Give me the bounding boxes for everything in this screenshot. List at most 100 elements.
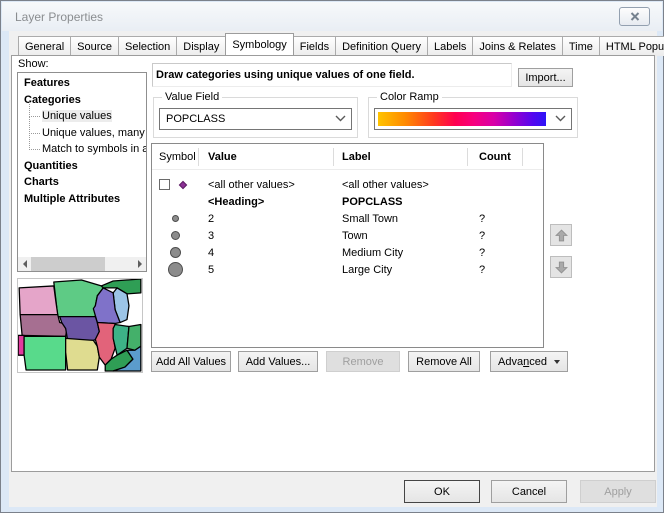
chevron-down-icon bbox=[555, 115, 566, 122]
table-row[interactable]: <all other values><all other values> bbox=[152, 176, 543, 193]
up-arrow-icon bbox=[555, 229, 568, 242]
tab-definition-query[interactable]: Definition Query bbox=[335, 36, 428, 56]
color-ramp-dropdown[interactable] bbox=[374, 108, 572, 130]
tree-item-label: Match to symbols in a bbox=[42, 143, 147, 155]
table-body: <all other values><all other values><Hea… bbox=[152, 170, 543, 278]
tab-source[interactable]: Source bbox=[70, 36, 119, 56]
table-row[interactable]: <Heading>POPCLASS bbox=[152, 193, 543, 210]
diamond-symbol-icon bbox=[179, 180, 187, 188]
column-header-count: Count bbox=[468, 148, 523, 166]
table-row[interactable]: 5Large City? bbox=[152, 261, 543, 278]
remove-all-button[interactable]: Remove All bbox=[408, 351, 480, 372]
count-cell: ? bbox=[468, 264, 523, 276]
count-cell: ? bbox=[468, 247, 523, 259]
symbol-table: Symbol Value Label Count <all other valu… bbox=[151, 143, 544, 348]
close-button[interactable] bbox=[619, 7, 650, 26]
value-cell: <all other values> bbox=[199, 179, 334, 191]
map-region-10 bbox=[66, 338, 100, 370]
table-row[interactable]: 2Small Town? bbox=[152, 210, 543, 227]
symbology-preview-map bbox=[17, 278, 143, 373]
advanced-button[interactable]: Advanced bbox=[490, 351, 568, 372]
count-cell: ? bbox=[468, 213, 523, 225]
method-description: Draw categories using unique values of o… bbox=[152, 63, 512, 87]
table-row[interactable]: 3Town? bbox=[152, 227, 543, 244]
tab-symbology[interactable]: Symbology bbox=[225, 33, 293, 56]
map-region-9 bbox=[24, 336, 66, 370]
table-header: Symbol Value Label Count bbox=[152, 144, 543, 170]
color-ramp-group: Color Ramp bbox=[368, 97, 578, 138]
show-tree: FeaturesCategoriesUnique valuesUnique va… bbox=[17, 72, 147, 272]
value-cell: 5 bbox=[199, 264, 334, 276]
label-cell: Large City bbox=[334, 264, 468, 276]
all-other-values-checkbox[interactable] bbox=[159, 179, 170, 190]
tree-item-charts[interactable]: Charts bbox=[18, 174, 146, 191]
scroll-thumb[interactable] bbox=[31, 257, 105, 271]
tab-labels[interactable]: Labels bbox=[427, 36, 473, 56]
value-field-group: Value Field POPCLASS bbox=[153, 97, 358, 138]
move-up-button[interactable] bbox=[550, 224, 572, 246]
tab-time[interactable]: Time bbox=[562, 36, 600, 56]
column-header-label: Label bbox=[334, 148, 468, 166]
tree-item-label: Multiple Attributes bbox=[24, 193, 120, 205]
down-arrow-icon bbox=[555, 261, 568, 274]
tree-item-features[interactable]: Features bbox=[18, 75, 146, 92]
value-cell: <Heading> bbox=[199, 196, 334, 208]
tab-html-popup[interactable]: HTML Popup bbox=[599, 36, 664, 56]
count-cell: ? bbox=[468, 230, 523, 242]
import-button[interactable]: Import... bbox=[518, 68, 573, 87]
cancel-button[interactable]: Cancel bbox=[491, 480, 567, 503]
label-cell: Town bbox=[334, 230, 468, 242]
value-field-dropdown[interactable]: POPCLASS bbox=[159, 108, 352, 130]
titlebar: Layer Properties bbox=[2, 2, 662, 31]
value-field-selected: POPCLASS bbox=[166, 113, 225, 125]
tree-items: FeaturesCategoriesUnique valuesUnique va… bbox=[18, 75, 146, 207]
map-region-8 bbox=[18, 335, 24, 355]
tree-item-quantities[interactable]: Quantities bbox=[18, 158, 146, 175]
scroll-right-arrow-icon[interactable] bbox=[133, 257, 146, 271]
symbol-cell[interactable] bbox=[152, 179, 199, 190]
move-down-button[interactable] bbox=[550, 256, 572, 278]
circle-symbol-icon bbox=[171, 231, 180, 240]
symbol-cell[interactable] bbox=[152, 215, 199, 222]
circle-symbol-icon bbox=[168, 262, 183, 277]
circle-symbol-icon bbox=[170, 247, 181, 258]
tree-item-label: Unique values, many bbox=[42, 127, 145, 139]
value-field-label: Value Field bbox=[162, 91, 222, 103]
close-icon bbox=[630, 12, 640, 21]
value-cell: 2 bbox=[199, 213, 334, 225]
show-label: Show: bbox=[18, 58, 49, 70]
add-all-values-button[interactable]: Add All Values bbox=[151, 351, 231, 372]
tab-strip: GeneralSourceSelectionDisplaySymbologyFi… bbox=[18, 34, 664, 56]
label-cell: Medium City bbox=[334, 247, 468, 259]
tree-item-label: Quantities bbox=[24, 160, 78, 172]
circle-symbol-icon bbox=[172, 215, 179, 222]
map-region-5 bbox=[19, 286, 58, 315]
scroll-left-arrow-icon[interactable] bbox=[18, 257, 31, 271]
add-values-button[interactable]: Add Values... bbox=[238, 351, 318, 372]
symbol-cell[interactable] bbox=[152, 231, 199, 240]
tree-item-match-to-symbols-in-a[interactable]: Match to symbols in a bbox=[18, 141, 146, 158]
tab-selection[interactable]: Selection bbox=[118, 36, 177, 56]
label-cell: Small Town bbox=[334, 213, 468, 225]
label-cell: <all other values> bbox=[334, 179, 468, 191]
window-title: Layer Properties bbox=[15, 10, 103, 24]
symbol-cell[interactable] bbox=[152, 247, 199, 258]
symbol-cell[interactable] bbox=[152, 262, 199, 277]
tab-display[interactable]: Display bbox=[176, 36, 226, 56]
tab-fields[interactable]: Fields bbox=[293, 36, 336, 56]
table-row[interactable]: 4Medium City? bbox=[152, 244, 543, 261]
symbology-tab-page: Show: FeaturesCategoriesUnique valuesUni… bbox=[11, 55, 655, 472]
tree-item-multiple-attributes[interactable]: Multiple Attributes bbox=[18, 191, 146, 208]
tree-hscrollbar[interactable] bbox=[18, 257, 146, 271]
apply-button: Apply bbox=[580, 480, 656, 503]
tab-general[interactable]: General bbox=[18, 36, 71, 56]
tab-joins-relates[interactable]: Joins & Relates bbox=[472, 36, 562, 56]
value-cell: 3 bbox=[199, 230, 334, 242]
dialog-body: GeneralSourceSelectionDisplaySymbologyFi… bbox=[9, 31, 657, 507]
ok-button[interactable]: OK bbox=[404, 480, 480, 503]
color-ramp-swatch bbox=[378, 112, 546, 126]
column-header-symbol: Symbol bbox=[152, 148, 199, 166]
column-header-value: Value bbox=[199, 148, 334, 166]
remove-button: Remove bbox=[326, 351, 400, 372]
layer-properties-dialog: Layer Properties GeneralSourceSelectionD… bbox=[0, 0, 664, 513]
